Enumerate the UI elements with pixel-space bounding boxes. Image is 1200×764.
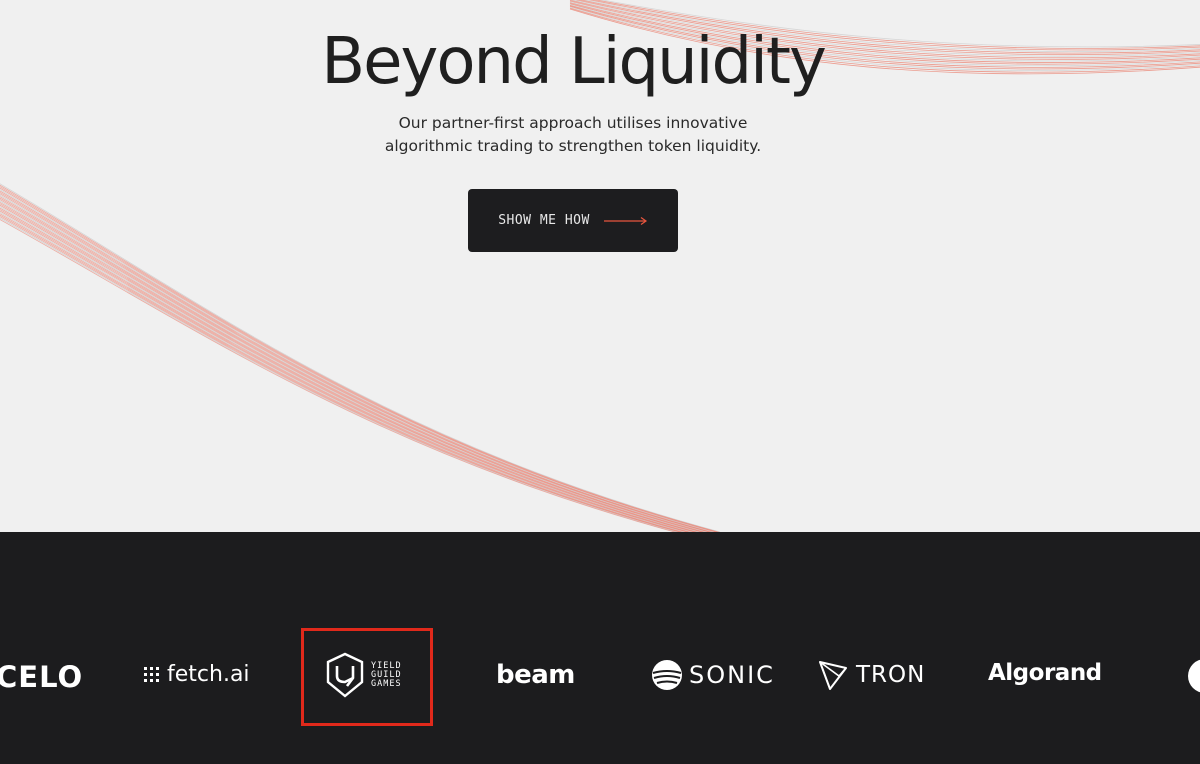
celo-logo-text: CELO	[0, 660, 84, 694]
show-me-how-button[interactable]: SHOW ME HOW	[468, 189, 678, 252]
ygg-wordmark: YIELD GUILD GAMES	[371, 661, 402, 689]
sonic-globe-icon	[652, 660, 682, 690]
hero-section: Beyond Liquidity Our partner-first appro…	[0, 0, 1200, 532]
algorand-logo-text: Algorand	[988, 660, 1102, 686]
ygg-word-games: GAMES	[371, 678, 402, 689]
arrow-right-icon	[603, 216, 647, 225]
beam-logo: beam	[496, 660, 575, 690]
hero-title: Beyond Liquidity	[321, 25, 827, 99]
tron-logo: TRON	[818, 659, 925, 691]
sonic-logo-text: SONIC	[689, 661, 775, 689]
tron-triangle-icon	[819, 661, 847, 690]
sonic-logo: SONIC	[651, 659, 775, 691]
partners-band	[0, 532, 1200, 764]
hero-subtitle: Our partner-first approach utilises inno…	[384, 114, 762, 155]
cta-label: SHOW ME HOW	[498, 213, 590, 228]
celo-logo: CELO	[0, 660, 83, 694]
algorand-logo: Algorand	[988, 660, 1102, 686]
fetch-ai-logo: fetch.ai	[144, 662, 250, 687]
fetch-ai-logo-text: fetch.ai	[167, 662, 250, 687]
ygg-shield-icon	[326, 652, 364, 698]
yield-guild-games-logo: YIELD GUILD GAMES	[325, 652, 402, 698]
beam-logo-text: beam	[496, 660, 575, 690]
fetch-dots-icon	[144, 667, 159, 682]
tron-logo-text: TRON	[856, 662, 926, 688]
